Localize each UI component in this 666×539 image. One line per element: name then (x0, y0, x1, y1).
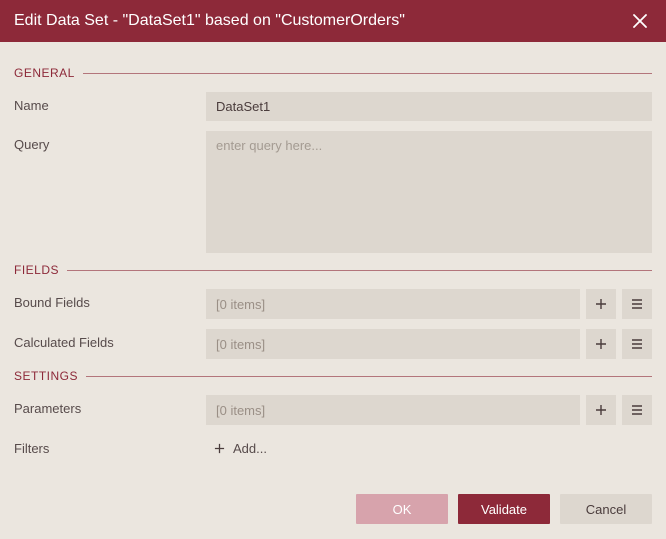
parameters-add-button[interactable] (586, 395, 616, 425)
section-general-label: GENERAL (14, 66, 83, 80)
dialog-title: Edit Data Set - "DataSet1" based on "Cus… (14, 12, 628, 30)
section-settings-label: SETTINGS (14, 369, 86, 383)
menu-icon (631, 298, 643, 310)
validate-button[interactable]: Validate (458, 494, 550, 524)
bound-fields-add-button[interactable] (586, 289, 616, 319)
menu-icon (631, 404, 643, 416)
titlebar: Edit Data Set - "DataSet1" based on "Cus… (0, 0, 666, 42)
query-label: Query (14, 131, 206, 152)
plus-icon (595, 298, 607, 310)
ok-button[interactable]: OK (356, 494, 448, 524)
filters-add-label: Add... (233, 441, 267, 456)
section-divider (86, 376, 652, 377)
section-divider (67, 270, 652, 271)
calculated-fields-add-button[interactable] (586, 329, 616, 359)
plus-icon (595, 338, 607, 350)
parameters-items[interactable]: [0 items] (206, 395, 580, 425)
section-general: GENERAL (14, 66, 652, 80)
bound-fields-items[interactable]: [0 items] (206, 289, 580, 319)
close-icon (633, 14, 647, 28)
name-label: Name (14, 92, 206, 113)
menu-icon (631, 338, 643, 350)
parameters-label: Parameters (14, 395, 206, 416)
bound-fields-label: Bound Fields (14, 289, 206, 310)
bound-fields-menu-button[interactable] (622, 289, 652, 319)
calculated-fields-menu-button[interactable] (622, 329, 652, 359)
name-input[interactable] (206, 92, 652, 121)
plus-icon (595, 404, 607, 416)
query-textarea[interactable] (206, 131, 652, 253)
plus-icon (214, 443, 225, 454)
close-button[interactable] (628, 9, 652, 33)
section-divider (83, 73, 652, 74)
filters-add-button[interactable]: Add... (206, 435, 652, 462)
filters-label: Filters (14, 435, 206, 456)
section-settings: SETTINGS (14, 369, 652, 383)
calculated-fields-items[interactable]: [0 items] (206, 329, 580, 359)
cancel-button[interactable]: Cancel (560, 494, 652, 524)
dialog-footer: OK Validate Cancel (0, 479, 666, 539)
section-fields: FIELDS (14, 263, 652, 277)
calculated-fields-label: Calculated Fields (14, 329, 206, 350)
section-fields-label: FIELDS (14, 263, 67, 277)
parameters-menu-button[interactable] (622, 395, 652, 425)
